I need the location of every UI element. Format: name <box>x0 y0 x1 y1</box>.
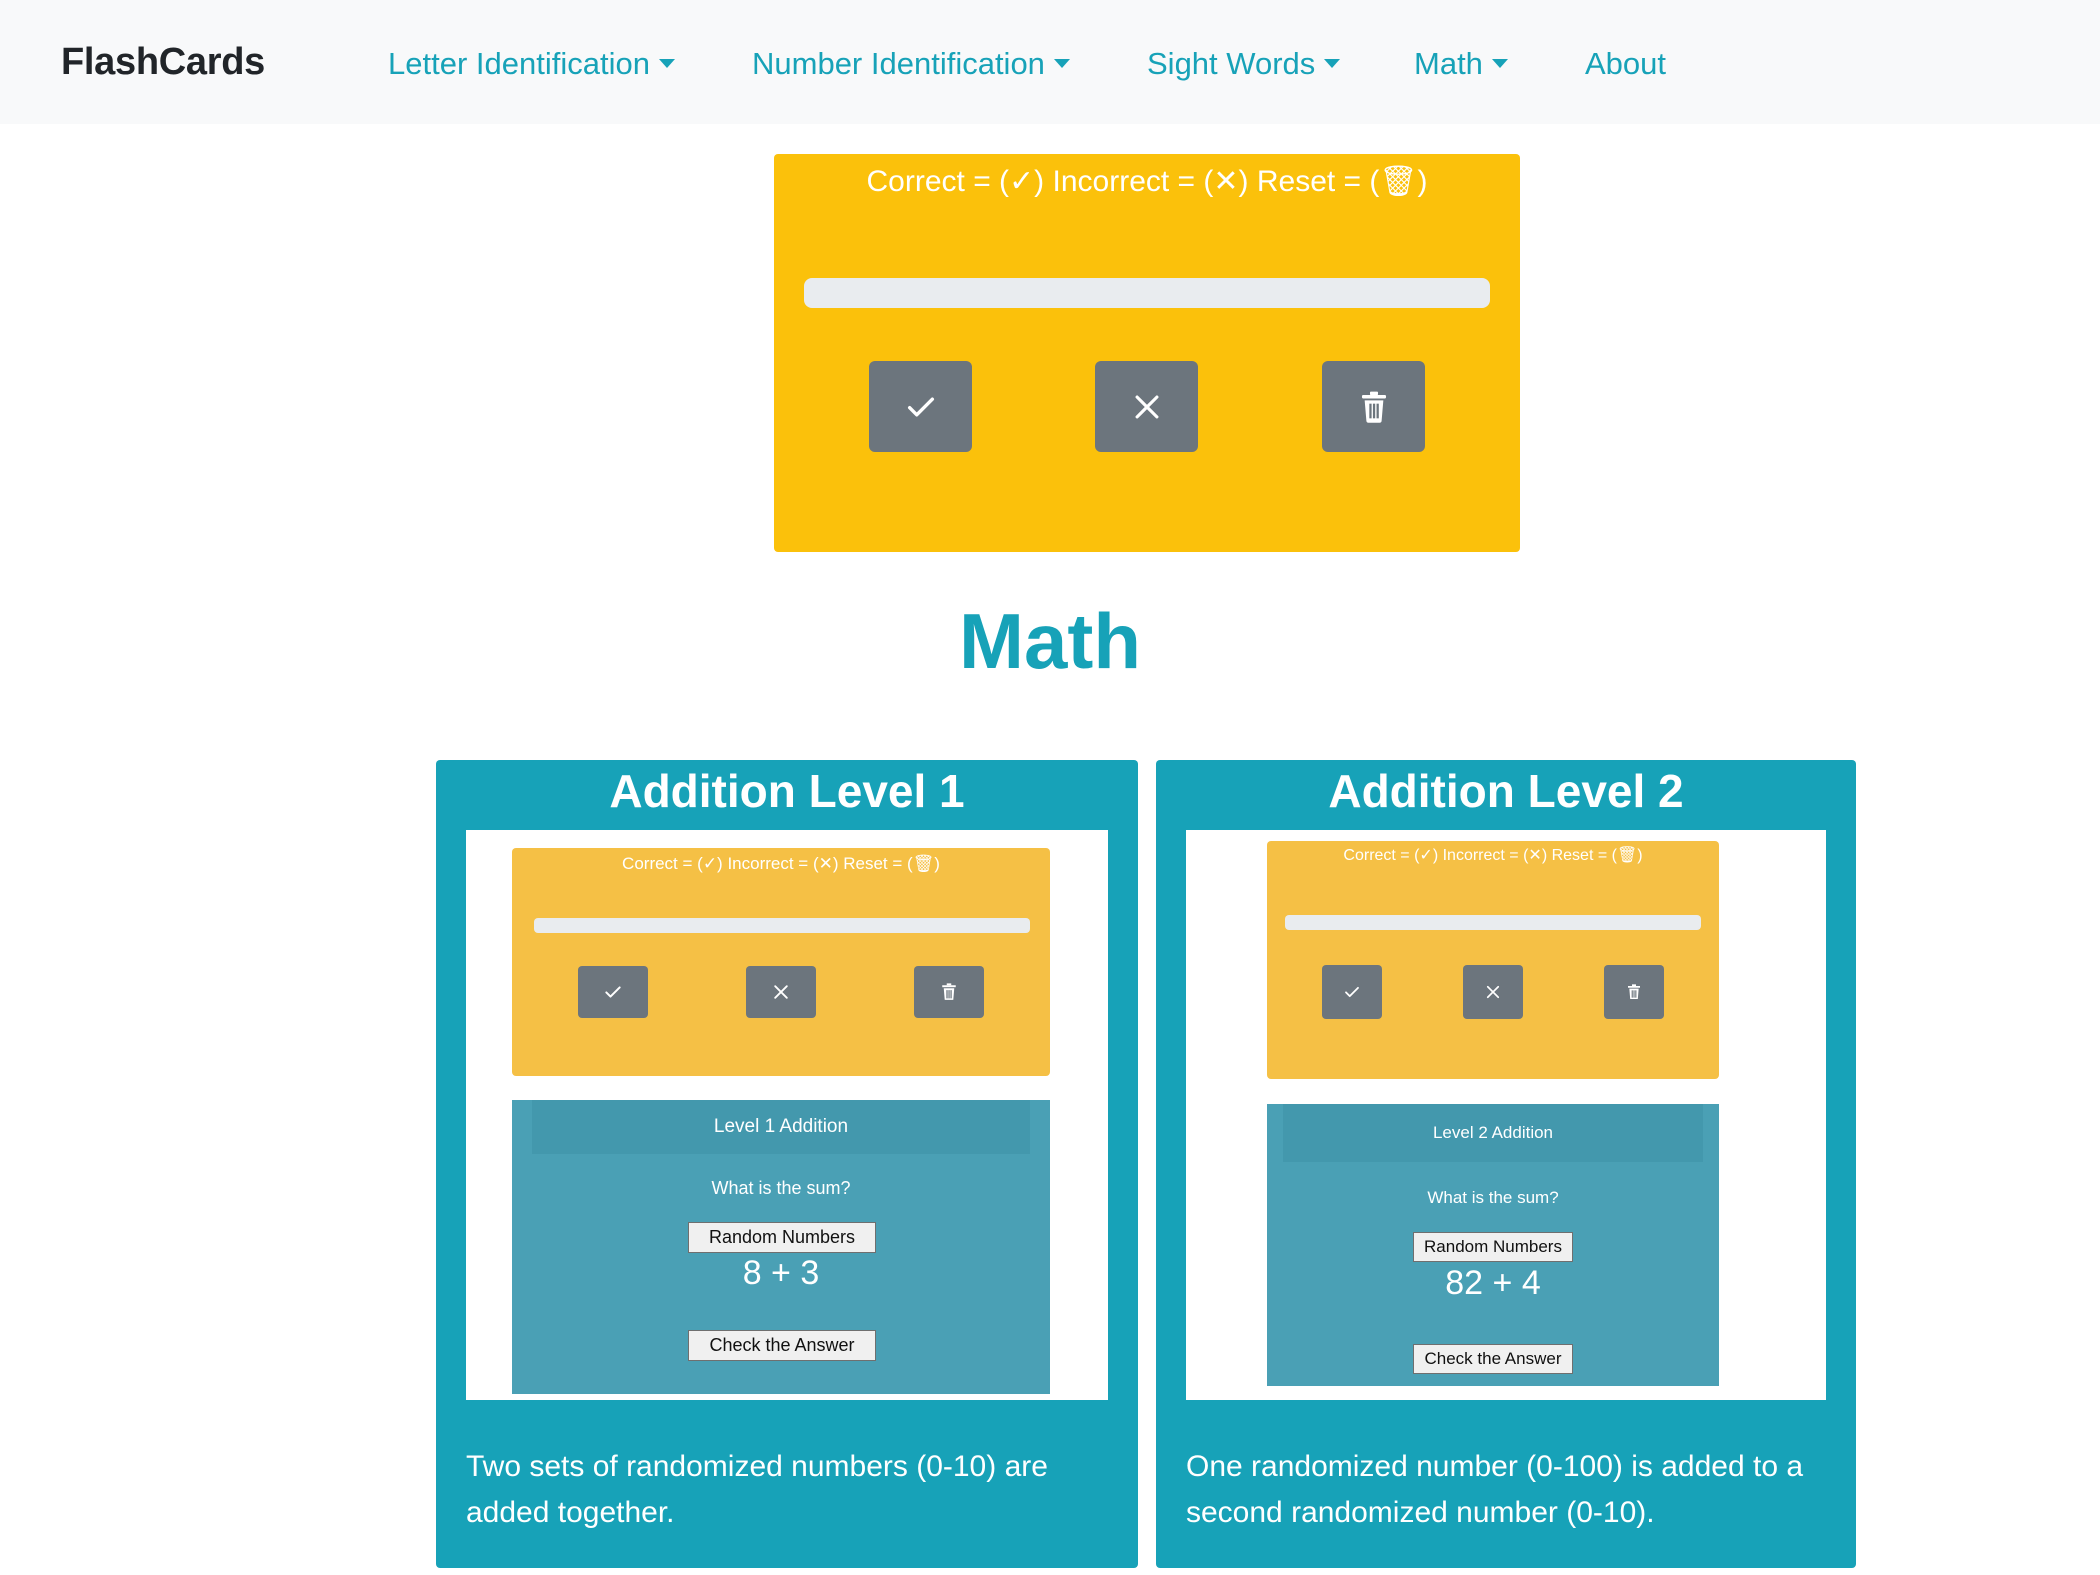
preview-legend: Correct = (✓) Incorrect = (✕) Reset = (🗑… <box>622 854 940 873</box>
preview-check-answer-button: Check the Answer <box>1413 1344 1573 1374</box>
trash-icon <box>942 983 956 1000</box>
check-icon <box>907 397 934 416</box>
card-description: Two sets of randomized numbers (0-10) ar… <box>466 1450 1048 1529</box>
x-icon <box>1486 985 1500 999</box>
correct-button[interactable] <box>869 361 972 452</box>
preview-incorrect-button <box>1463 965 1523 1019</box>
preview-reset-button <box>914 966 984 1018</box>
caret-down-icon <box>658 59 675 68</box>
preview-display <box>534 918 1030 933</box>
card-addition-level-1[interactable]: Addition Level 1 Correct = (✓) Incorrect… <box>436 760 1138 1568</box>
preview-quiz-question: What is the sum? <box>711 1178 851 1198</box>
card-preview-image: Correct = (✓) Incorrect = (✕) Reset = (🗑… <box>466 830 1108 1400</box>
nav-about-label: About <box>1585 46 1667 81</box>
navbar: FlashCards Letter Identification Number … <box>0 0 2100 124</box>
nav-letter-identification[interactable]: Letter Identification <box>388 0 675 124</box>
reset-button[interactable] <box>1322 361 1425 452</box>
preview-quiz-panel: Level 2 Addition What is the sum? Random… <box>1267 1104 1719 1386</box>
nav-sight-words[interactable]: Sight Words <box>1147 0 1341 124</box>
flashcard-legend: Correct = (✓) Incorrect = (✕) Reset = (🗑… <box>866 165 1428 198</box>
flashcard-panel: Correct = (✓) Incorrect = (✕) Reset = (🗑… <box>774 154 1520 552</box>
preview-reset-button <box>1604 965 1664 1019</box>
card-preview-image: Correct = (✓) Incorrect = (✕) Reset = (🗑… <box>1186 830 1826 1400</box>
incorrect-button[interactable] <box>1095 361 1198 452</box>
preview-incorrect-button <box>746 966 816 1018</box>
card-title: Addition Level 1 <box>609 765 965 817</box>
preview-quiz-title: Level 1 Addition <box>532 1100 1030 1154</box>
nav-sight-words-label: Sight Words <box>1147 46 1316 81</box>
preview-quiz-question: What is the sum? <box>1427 1188 1559 1207</box>
trash-icon <box>1361 391 1386 423</box>
section-title: Math <box>959 597 1141 685</box>
preview-correct-button <box>1322 965 1382 1019</box>
card-addition-level-2[interactable]: Addition Level 2 Correct = (✓) Incorrect… <box>1156 760 1856 1568</box>
preview-flashcard-panel: Correct = (✓) Incorrect = (✕) Reset = (🗑… <box>512 848 1050 1076</box>
check-icon <box>1345 986 1359 998</box>
preview-quiz-panel: Level 1 Addition What is the sum? Random… <box>512 1100 1050 1394</box>
nav-number-identification[interactable]: Number Identification <box>752 0 1070 124</box>
preview-quiz-title: Level 2 Addition <box>1283 1104 1703 1162</box>
card-description: One randomized number (0-100) is added t… <box>1186 1450 1804 1529</box>
preview-correct-button <box>578 966 648 1018</box>
nav-math-label: Math <box>1414 46 1483 81</box>
x-icon <box>774 985 788 999</box>
preview-legend: Correct = (✓) Incorrect = (✕) Reset = (🗑… <box>1343 847 1643 864</box>
preview-flashcard-panel: Correct = (✓) Incorrect = (✕) Reset = (🗑… <box>1267 841 1719 1079</box>
nav-math[interactable]: Math <box>1414 0 1508 124</box>
brand-logo[interactable]: FlashCards <box>61 0 265 124</box>
preview-equation: 8 + 3 <box>742 1254 820 1292</box>
nav-letter-identification-label: Letter Identification <box>388 46 650 81</box>
nav-number-identification-label: Number Identification <box>752 46 1045 81</box>
preview-random-numbers-button: Random Numbers <box>1413 1232 1573 1262</box>
preview-check-answer-button: Check the Answer <box>688 1330 876 1361</box>
trash-icon <box>1628 984 1640 999</box>
nav-about[interactable]: About <box>1585 0 1666 124</box>
x-icon <box>1135 395 1158 418</box>
card-title: Addition Level 2 <box>1328 765 1684 817</box>
caret-down-icon <box>1324 59 1341 68</box>
caret-down-icon <box>1053 59 1070 68</box>
preview-display <box>1285 915 1701 930</box>
preview-equation: 82 + 4 <box>1445 1264 1541 1302</box>
flashcard-display <box>804 278 1490 308</box>
check-icon <box>605 986 621 998</box>
preview-random-numbers-button: Random Numbers <box>688 1222 876 1253</box>
caret-down-icon <box>1491 59 1508 68</box>
